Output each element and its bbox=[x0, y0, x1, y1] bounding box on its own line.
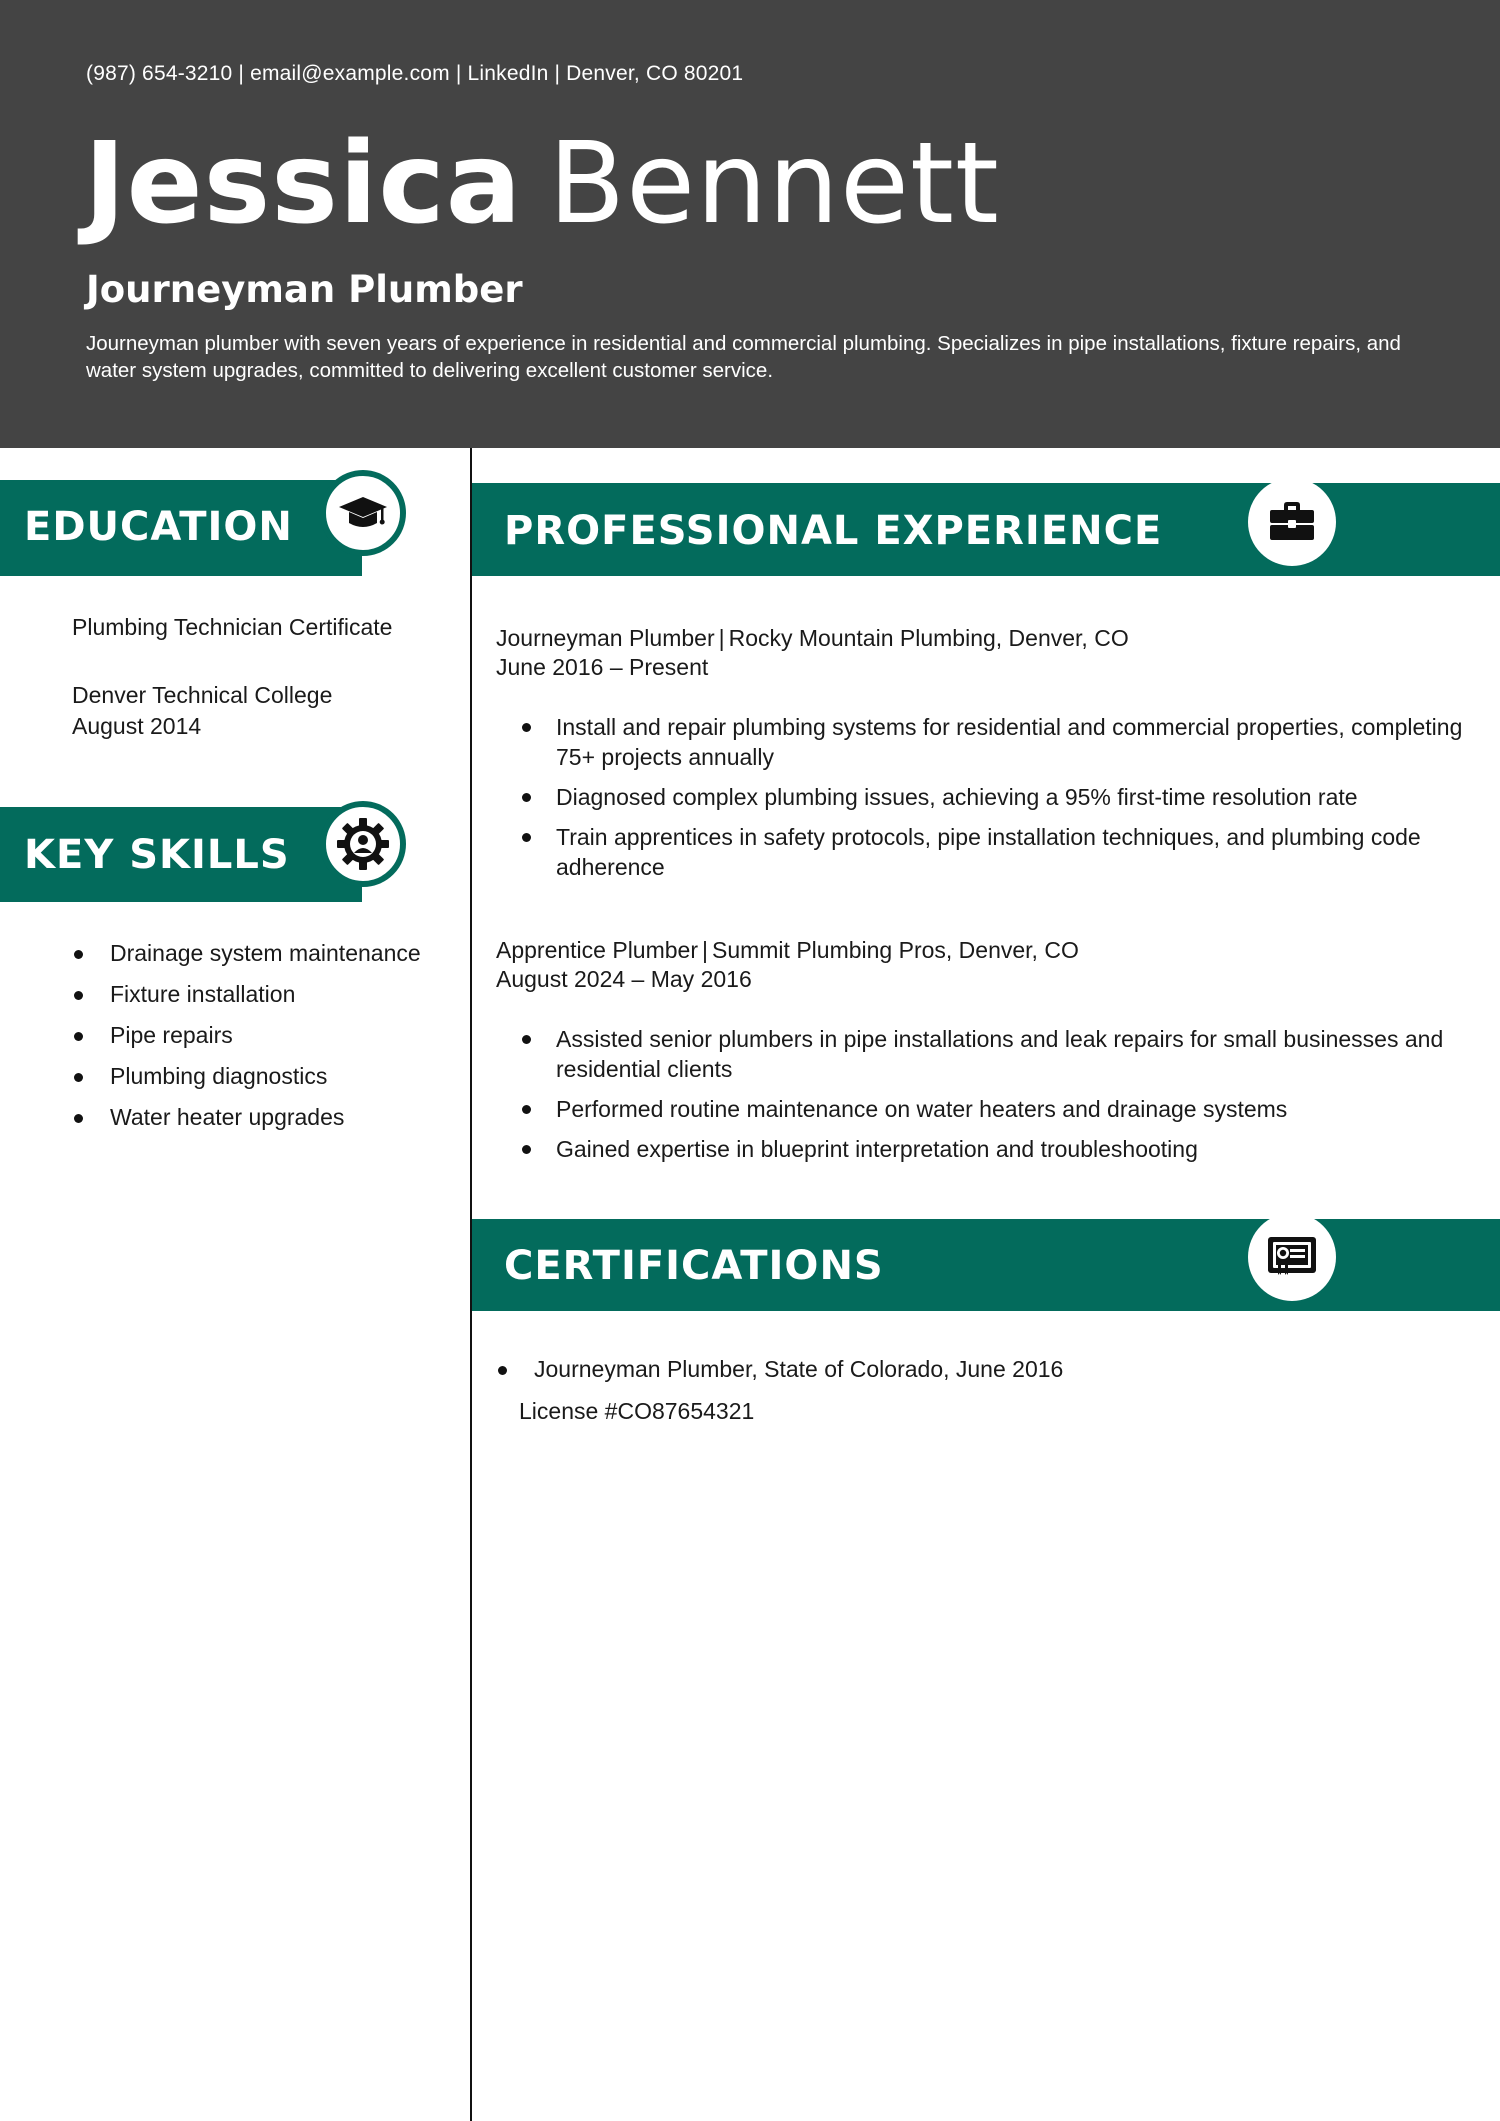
job-bullets: Assisted senior plumbers in pipe install… bbox=[496, 1024, 1486, 1164]
skill-item: Water heater upgrades bbox=[72, 1104, 421, 1145]
education-school: Denver Technical College bbox=[72, 682, 333, 708]
location: Denver, CO 80201 bbox=[566, 62, 744, 85]
email: email@example.com bbox=[250, 62, 450, 85]
job-company: Rocky Mountain Plumbing, Denver, CO bbox=[728, 625, 1129, 651]
job-bullet: Assisted senior plumbers in pipe install… bbox=[496, 1024, 1486, 1084]
first-name: Jessica bbox=[84, 119, 523, 249]
toolbox-icon bbox=[1270, 502, 1314, 540]
job-bullet: Performed routine maintenance on water h… bbox=[496, 1094, 1486, 1124]
skill-item: Fixture installation bbox=[72, 981, 421, 1022]
experience-entry: Journeyman Plumber | Rocky Mountain Plumbi… bbox=[496, 624, 1486, 892]
job-company: Summit Plumbing Pros, Denver, CO bbox=[711, 937, 1079, 963]
candidate-name: Jessica Bennett bbox=[84, 128, 1000, 240]
job-dates: August 2024 – May 2016 bbox=[496, 966, 752, 992]
certification-item: Journeyman Plumber, State of Colorado, J… bbox=[496, 1356, 1063, 1383]
education-date: August 2014 bbox=[72, 713, 202, 739]
job-title: Apprentice Plumber bbox=[496, 937, 698, 963]
skill-item: Drainage system maintenance bbox=[72, 940, 421, 981]
job-title: Journeyman Plumber bbox=[496, 625, 715, 651]
education-details: Denver Technical College August 2014 bbox=[72, 680, 332, 742]
skills-heading: KEY SKILLS bbox=[24, 832, 290, 878]
job-title: Journeyman Plumber bbox=[86, 268, 523, 311]
education-banner: EDUCATION bbox=[0, 480, 362, 576]
skills-badge bbox=[320, 801, 406, 887]
certifications-heading: CERTIFICATIONS bbox=[504, 1243, 884, 1289]
skill-item: Pipe repairs bbox=[72, 1022, 421, 1063]
experience-heading: PROFESSIONAL EXPERIENCE bbox=[504, 508, 1163, 554]
skills-list: Drainage system maintenance Fixture inst… bbox=[72, 940, 421, 1145]
contact-line: (987) 654-3210 | email@example.com | LinkedI… bbox=[86, 62, 744, 85]
skill-item: Plumbing diagnostics bbox=[72, 1063, 421, 1104]
linkedin-link[interactable]: LinkedIn bbox=[468, 62, 549, 85]
gear-icon bbox=[337, 818, 389, 870]
skills-banner: KEY SKILLS bbox=[0, 807, 362, 902]
job-bullet: Train apprentices in safety protocols, p… bbox=[496, 822, 1486, 882]
certificate-icon bbox=[1268, 1237, 1316, 1275]
education-badge bbox=[320, 470, 406, 556]
education-heading: EDUCATION bbox=[24, 504, 293, 550]
job-bullet: Install and repair plumbing systems for … bbox=[496, 712, 1486, 772]
certifications-badge bbox=[1248, 1213, 1336, 1301]
job-role: Apprentice Plumber | Summit Plumbing Pros,… bbox=[496, 937, 1079, 963]
experience-banner: PROFESSIONAL EXPERIENCE bbox=[472, 483, 1500, 576]
job-bullet: Diagnosed complex plumbing issues, achie… bbox=[496, 782, 1486, 812]
resume-header: (987) 654-3210 | email@example.com | LinkedI… bbox=[0, 0, 1500, 448]
certifications-banner: CERTIFICATIONS bbox=[472, 1219, 1500, 1311]
job-dates: June 2016 – Present bbox=[496, 654, 709, 680]
experience-badge bbox=[1248, 478, 1336, 566]
phone: (987) 654-3210 bbox=[86, 62, 233, 85]
certification-license: License #CO87654321 bbox=[519, 1398, 755, 1424]
education-certificate: Plumbing Technician Certificate bbox=[72, 614, 393, 640]
job-bullets: Install and repair plumbing systems for … bbox=[496, 712, 1486, 882]
job-bullet: Gained expertise in blueprint interpreta… bbox=[496, 1134, 1486, 1164]
job-role: Journeyman Plumber | Rocky Mountain Plumbi… bbox=[496, 625, 1129, 651]
experience-entry: Apprentice Plumber | Summit Plumbing Pros,… bbox=[496, 936, 1486, 1174]
last-name: Bennett bbox=[548, 119, 1000, 249]
summary: Journeyman plumber with seven years of e… bbox=[86, 332, 1401, 382]
graduation-cap-icon bbox=[339, 497, 387, 527]
certification-name: Journeyman Plumber, State of Colorado, J… bbox=[534, 1356, 1064, 1382]
